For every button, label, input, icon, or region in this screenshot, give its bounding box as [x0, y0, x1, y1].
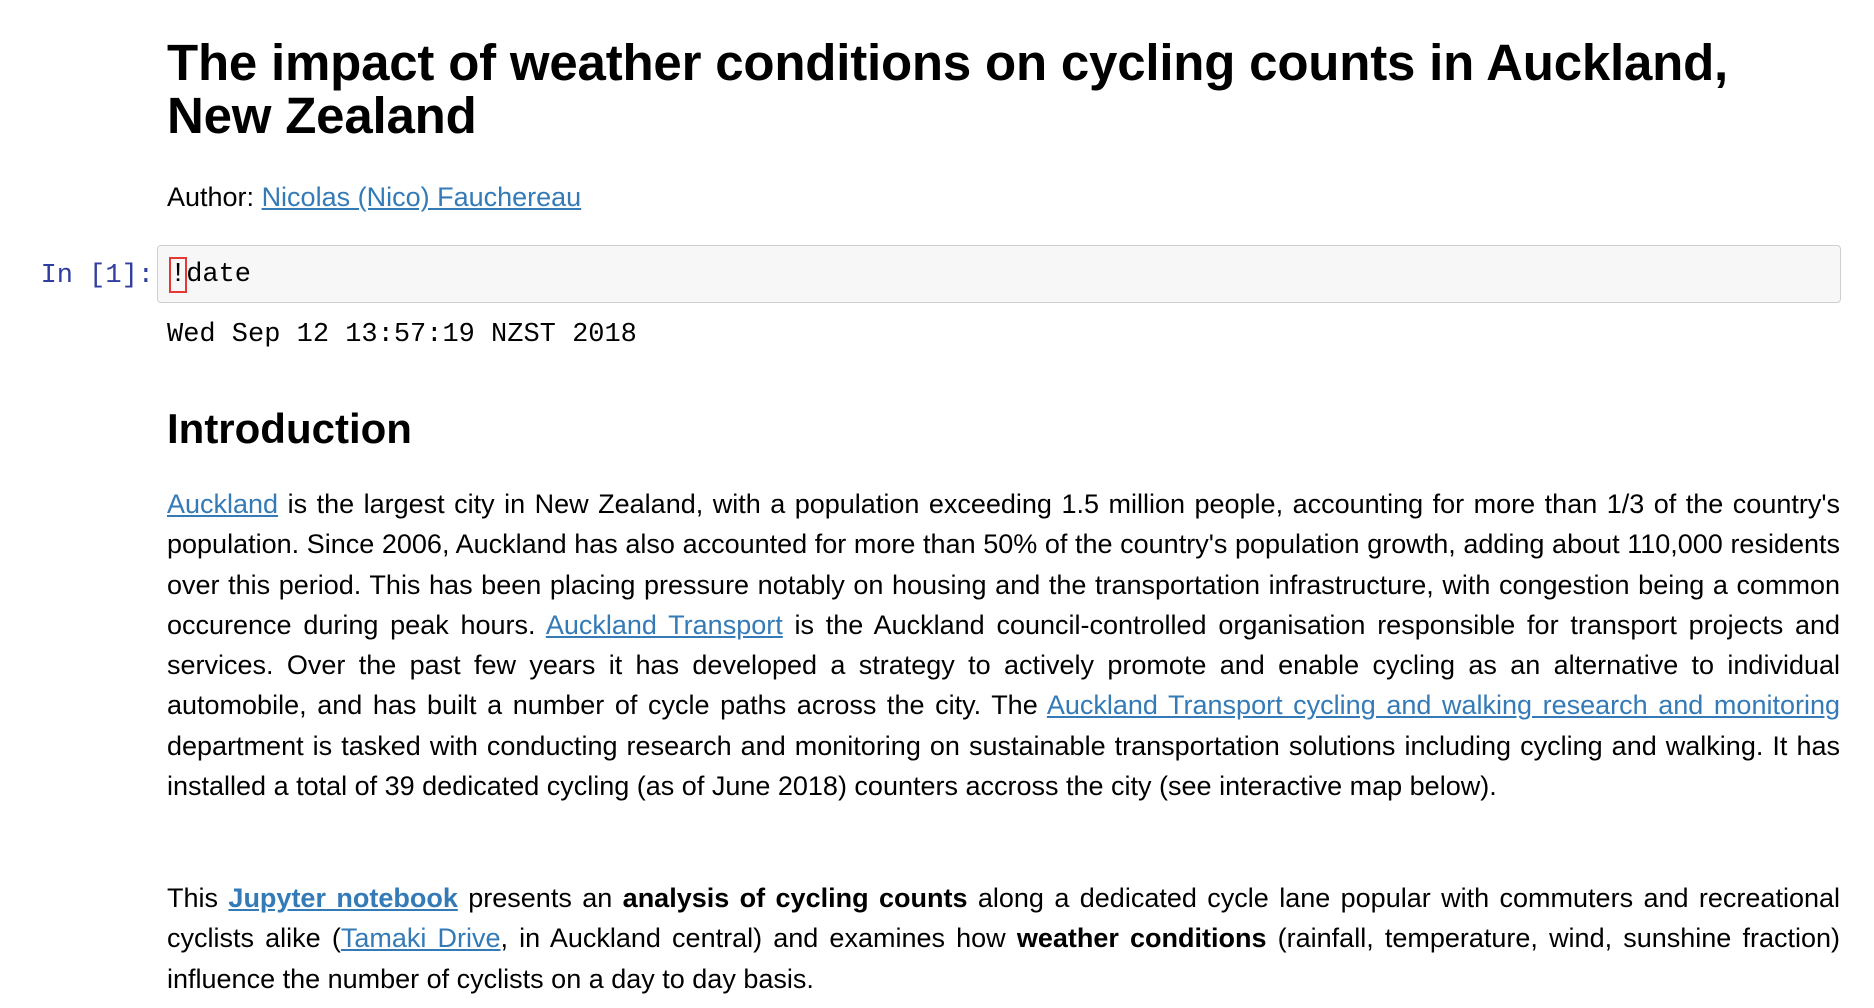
link-auckland-transport[interactable]: Auckland Transport — [546, 610, 783, 640]
section-heading-introduction: Introduction — [167, 405, 412, 452]
author-line: Author: Nicolas (Nico) Fauchereau — [167, 180, 1840, 214]
p2-text-1: This — [167, 883, 229, 913]
author-label: Author: — [167, 182, 262, 212]
p1-text-3: department is tasked with conducting res… — [167, 730, 1840, 802]
cell-output: Wed Sep 12 13:57:19 NZST 2018 — [167, 320, 637, 350]
p2-text-4: , in Auckland central) and examines how — [500, 923, 1017, 954]
intro-paragraph-2: This Jupyter notebook presents an analys… — [167, 878, 1840, 999]
p2-bold-2: weather conditions — [1016, 923, 1267, 954]
author-link[interactable]: Nicolas (Nico) Fauchereau — [262, 182, 582, 212]
link-jupyter-notebook[interactable]: Jupyter notebook — [228, 883, 457, 913]
p2-text-2: presents an — [457, 883, 623, 913]
code-cell[interactable]: !date — [157, 245, 1841, 303]
intro-paragraph-1: Auckland is the largest city in New Zeal… — [167, 484, 1840, 806]
code-editor[interactable]: !date — [168, 257, 252, 293]
link-research-monitoring[interactable]: Auckland Transport cycling and walking r… — [1047, 690, 1840, 720]
p2-bold-1: analysis of cycling counts — [622, 883, 968, 913]
code-cursor-char: ! — [168, 257, 188, 293]
notebook: The impact of weather conditions on cycl… — [0, 0, 1874, 1008]
link-tamaki-drive[interactable]: Tamaki Drive — [341, 923, 501, 953]
link-jupyter-notebook-label: Jupyter notebook — [228, 883, 458, 913]
page-title: The impact of weather conditions on cycl… — [167, 34, 1729, 144]
cell-prompt: In [1]: — [40, 261, 154, 291]
link-auckland[interactable]: Auckland — [167, 489, 278, 519]
code-command: date — [186, 260, 252, 290]
